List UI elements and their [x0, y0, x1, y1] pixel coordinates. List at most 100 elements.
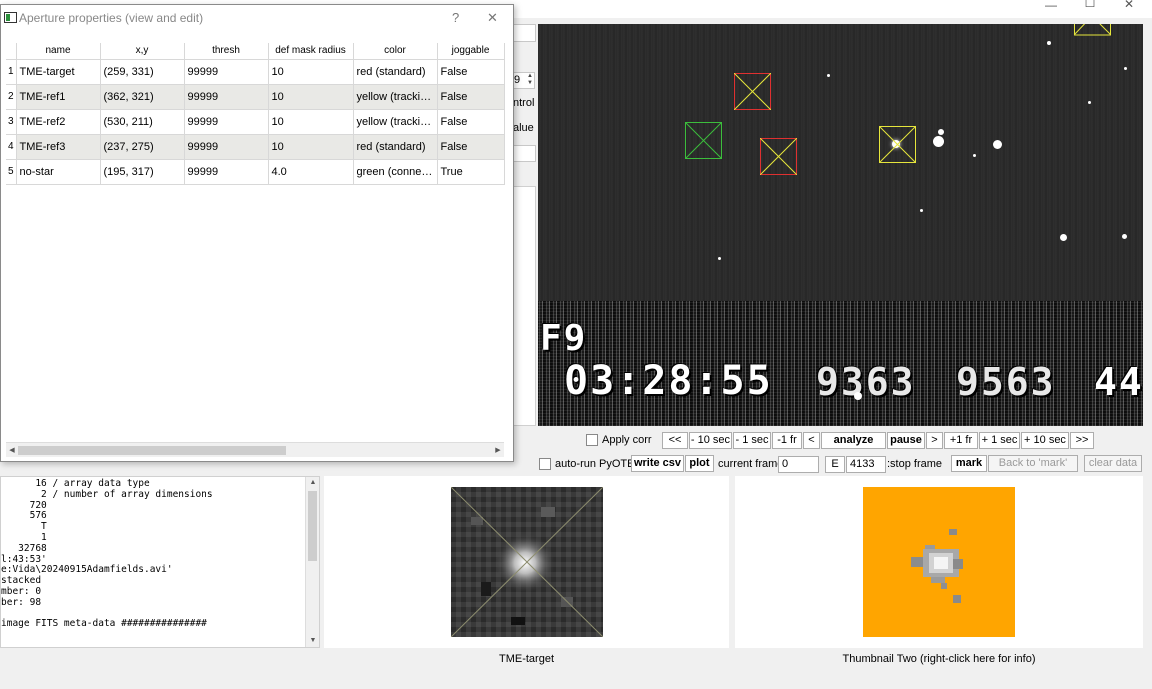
row-number[interactable]: 5: [6, 159, 17, 185]
aperture-table[interactable]: name x,y thresh def mask radius color jo…: [6, 43, 505, 185]
forward-fast-button[interactable]: >>: [1070, 432, 1094, 449]
cell-name[interactable]: TME-ref3: [16, 134, 101, 160]
forward-10-sec-button[interactable]: + 10 sec: [1021, 432, 1069, 449]
cell-thresh[interactable]: 99999: [184, 134, 269, 160]
column-header-name[interactable]: name: [16, 43, 101, 60]
cell-thresh[interactable]: 99999: [184, 84, 269, 110]
help-button[interactable]: ?: [452, 10, 459, 25]
cell-color[interactable]: red (standard): [353, 134, 438, 160]
scroll-up-icon[interactable]: ▲: [306, 477, 319, 489]
back-10-sec-button[interactable]: - 10 sec: [689, 432, 732, 449]
close-button[interactable]: ✕: [1114, 0, 1144, 13]
back-1-frame-button[interactable]: -1 fr: [772, 432, 802, 449]
table-row[interactable]: 5 no-star (195, 317) 99999 4.0 green (co…: [6, 159, 505, 185]
row-number[interactable]: 4: [6, 134, 17, 160]
thumbnail-one-panel[interactable]: [324, 476, 729, 648]
current-frame-input[interactable]: 0: [778, 456, 819, 473]
corner-cell[interactable]: [6, 43, 17, 60]
video-frame-view[interactable]: F9 03:28:55 9363 9563 44: [538, 24, 1143, 426]
table-row[interactable]: 2 TME-ref1 (362, 321) 99999 10 yellow (t…: [6, 84, 505, 110]
aperture-no-star[interactable]: [685, 122, 722, 159]
column-header-mask-radius[interactable]: def mask radius: [268, 43, 354, 60]
dialog-close-button[interactable]: ✕: [487, 10, 498, 26]
minimize-button[interactable]: —: [1036, 0, 1066, 14]
forward-step-button[interactable]: >: [926, 432, 943, 449]
back-step-button[interactable]: <: [803, 432, 820, 449]
cell-thresh[interactable]: 99999: [184, 109, 269, 135]
cell-xy[interactable]: (259, 331): [100, 59, 185, 85]
table-row[interactable]: 3 TME-ref2 (530, 211) 99999 10 yellow (t…: [6, 109, 505, 135]
cell-joggable[interactable]: False: [437, 134, 505, 160]
column-header-joggable[interactable]: joggable: [437, 43, 505, 60]
cell-mask-radius[interactable]: 10: [268, 59, 354, 85]
cell-xy[interactable]: (530, 211): [100, 109, 185, 135]
maximize-button[interactable]: ☐: [1075, 0, 1105, 12]
fits-metadata-panel[interactable]: 16 / array data type 2 / number of array…: [0, 476, 320, 648]
stop-frame-input[interactable]: 4133: [846, 456, 886, 473]
cell-thresh[interactable]: 99999: [184, 59, 269, 85]
cell-mask-radius[interactable]: 10: [268, 134, 354, 160]
apply-corr-checkbox[interactable]: [586, 434, 598, 446]
spinbox-arrows-icon[interactable]: ▲ ▼: [527, 73, 533, 87]
aperture-tme-ref1[interactable]: [879, 126, 916, 163]
cell-xy[interactable]: (195, 317): [100, 159, 185, 185]
cell-color[interactable]: yellow (tracking ...: [353, 84, 438, 110]
aperture-tme-target[interactable]: [760, 138, 797, 175]
mark-button[interactable]: mark: [951, 455, 987, 472]
row-number[interactable]: 1: [6, 59, 17, 85]
cell-color[interactable]: green (connect t...: [353, 159, 438, 185]
pause-button[interactable]: pause: [887, 432, 925, 449]
table-row[interactable]: 1 TME-target (259, 331) 99999 10 red (st…: [6, 59, 505, 85]
partial-input-field[interactable]: [513, 24, 536, 42]
back-1-sec-button[interactable]: - 1 sec: [733, 432, 771, 449]
back-to-mark-button[interactable]: Back to 'mark': [988, 455, 1078, 472]
dialog-titlebar[interactable]: Aperture properties (view and edit) ? ✕: [1, 5, 513, 31]
e-button[interactable]: E: [825, 456, 845, 473]
cell-name[interactable]: TME-target: [16, 59, 101, 85]
row-number[interactable]: 2: [6, 84, 17, 110]
auto-run-pyote-checkbox[interactable]: [539, 458, 551, 470]
scroll-right-icon[interactable]: ▶: [492, 443, 504, 458]
partial-spinbox[interactable]: 9 ▲ ▼: [513, 72, 535, 89]
forward-1-sec-button[interactable]: + 1 sec: [979, 432, 1020, 449]
write-csv-button[interactable]: write csv: [631, 455, 684, 472]
row-number[interactable]: 3: [6, 109, 17, 135]
aperture-properties-dialog[interactable]: Aperture properties (view and edit) ? ✕ …: [0, 4, 514, 462]
scroll-left-icon[interactable]: ◀: [6, 443, 18, 458]
thumbnail-two-panel[interactable]: [735, 476, 1143, 648]
cell-color[interactable]: red (standard): [353, 59, 438, 85]
cell-name[interactable]: TME-ref1: [16, 84, 101, 110]
cell-name[interactable]: TME-ref2: [16, 109, 101, 135]
cell-joggable[interactable]: True: [437, 159, 505, 185]
cell-joggable[interactable]: False: [437, 109, 505, 135]
table-horizontal-scrollbar[interactable]: ◀ ▶: [6, 442, 504, 457]
cell-mask-radius[interactable]: 10: [268, 84, 354, 110]
fits-panel-scrollbar[interactable]: ▲ ▼: [305, 477, 319, 647]
aperture-tme-ref2[interactable]: [1074, 24, 1111, 36]
cell-mask-radius[interactable]: 4.0: [268, 159, 354, 185]
current-frame-label: current frame:: [718, 458, 787, 470]
cell-joggable[interactable]: False: [437, 84, 505, 110]
scrollbar-thumb[interactable]: [308, 491, 317, 561]
column-header-color[interactable]: color: [353, 43, 438, 60]
forward-1-frame-button[interactable]: +1 fr: [944, 432, 978, 449]
cell-xy[interactable]: (362, 321): [100, 84, 185, 110]
partial-control-label: ntrol: [513, 97, 535, 109]
plot-button[interactable]: plot: [685, 455, 714, 472]
table-row[interactable]: 4 TME-ref3 (237, 275) 99999 10 red (stan…: [6, 134, 505, 160]
scroll-down-icon[interactable]: ▼: [306, 635, 319, 647]
partial-field-2[interactable]: [513, 145, 536, 162]
clear-data-button[interactable]: clear data: [1084, 455, 1142, 472]
cell-joggable[interactable]: False: [437, 59, 505, 85]
cell-name[interactable]: no-star: [16, 159, 101, 185]
cell-thresh[interactable]: 99999: [184, 159, 269, 185]
column-header-xy[interactable]: x,y: [100, 43, 185, 60]
analyze-button[interactable]: analyze: [821, 432, 886, 449]
cell-xy[interactable]: (237, 275): [100, 134, 185, 160]
cell-mask-radius[interactable]: 10: [268, 109, 354, 135]
column-header-thresh[interactable]: thresh: [184, 43, 269, 60]
cell-color[interactable]: yellow (tracking ...: [353, 109, 438, 135]
back-fast-button[interactable]: <<: [662, 432, 688, 449]
scrollbar-thumb[interactable]: [18, 446, 286, 455]
aperture-tme-ref3[interactable]: [734, 73, 771, 110]
